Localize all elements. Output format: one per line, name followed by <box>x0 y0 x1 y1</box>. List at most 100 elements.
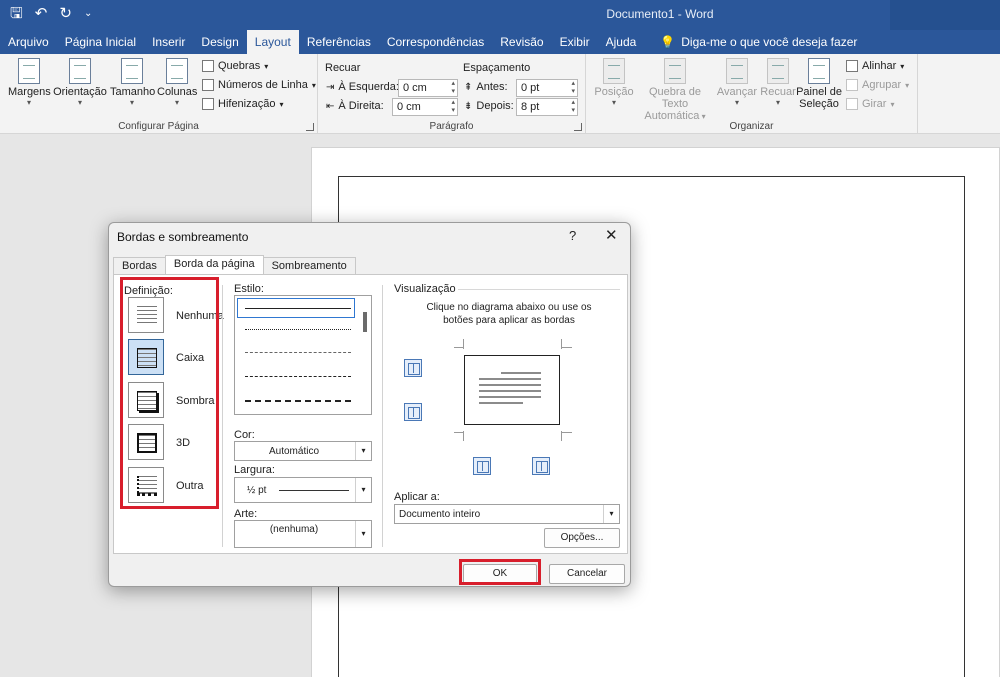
ribbon: Margens ▾ Orientação ▾ Tamanho ▾ Colunas ▾ Q… <box>0 54 1000 134</box>
style-list[interactable] <box>234 295 372 415</box>
paragraph-launcher[interactable] <box>574 123 582 131</box>
title-bar: 🖫 ↶ ↻ ⌄ Documento1 - Word <box>0 0 1000 30</box>
ribbon-tabs: Arquivo Página Inicial Inserir Design La… <box>0 30 1000 54</box>
aplicar-dropdown[interactable]: Documento inteiro ▾ <box>394 504 620 524</box>
tab-referencias[interactable]: Referências <box>299 30 379 54</box>
tamanho-button[interactable]: Tamanho ▾ <box>110 58 155 107</box>
hifenizacao-button[interactable]: Hifenização ▾ <box>202 98 284 110</box>
tab-exibir[interactable]: Exibir <box>552 30 598 54</box>
title-bar-right-area <box>890 0 1000 30</box>
window-title: Documento1 - Word <box>606 7 714 21</box>
indent-right-input[interactable]: 0 cm ▴ ▾ <box>392 98 458 116</box>
width-preview-line <box>279 490 349 491</box>
style-dash-dot[interactable] <box>245 400 351 402</box>
indent-left-row: ⇥ À Esquerda: <box>326 81 399 93</box>
style-small-dash[interactable] <box>245 352 351 353</box>
largura-dropdown[interactable]: ½ pt ▾ <box>234 477 372 503</box>
chevron-down-icon: ▾ <box>355 478 371 502</box>
cancelar-button[interactable]: Cancelar <box>549 564 625 584</box>
group-arrange: Posição ▾ Quebra de Texto Automática ▾ Av… <box>586 54 918 134</box>
quebras-button[interactable]: Quebras ▾ <box>202 60 268 72</box>
preview-diagram[interactable] <box>446 337 580 443</box>
tab-ajuda[interactable]: Ajuda <box>598 30 645 54</box>
help-icon[interactable]: ? <box>569 228 576 243</box>
spacing-after-icon: ⇟ <box>464 100 473 112</box>
opcoes-button[interactable]: Opções... <box>544 528 620 548</box>
recuar-arrange-button[interactable]: Recuar ▾ <box>760 58 796 107</box>
margens-button[interactable]: Margens ▾ <box>8 58 51 107</box>
tab-pagina-inicial[interactable]: Página Inicial <box>57 30 144 54</box>
spacing-before-input[interactable]: 0 pt ▴ ▾ <box>516 79 578 97</box>
spacing-before-icon: ⇞ <box>464 81 473 93</box>
top-border-button[interactable] <box>404 359 422 377</box>
panel-divider-right <box>382 285 383 547</box>
tab-inserir[interactable]: Inserir <box>144 30 193 54</box>
arte-label: Arte: <box>234 508 258 520</box>
espacamento-heading: Espaçamento <box>463 62 531 74</box>
preview-page <box>464 355 560 425</box>
spacing-after-input[interactable]: 8 pt ▴ ▾ <box>516 98 578 116</box>
numeros-linha-button[interactable]: Números de Linha ▾ <box>202 79 316 91</box>
posicao-button[interactable]: Posição ▾ <box>594 58 634 107</box>
group-page-setup: Margens ▾ Orientação ▾ Tamanho ▾ Colunas ▾ Q… <box>0 54 318 134</box>
visualizacao-label: Visualização <box>394 283 456 295</box>
tell-me-text: Diga-me o que você deseja fazer <box>681 35 858 49</box>
align-icon <box>846 60 858 72</box>
style-dash[interactable] <box>245 376 351 377</box>
girar-button[interactable]: Girar ▾ <box>846 98 894 110</box>
indent-left-icon: ⇥ <box>326 81 335 93</box>
definition-highlight-frame <box>120 277 219 509</box>
cor-dropdown[interactable]: Automático ▾ <box>234 441 372 461</box>
bottom-border-button[interactable] <box>404 403 422 421</box>
colunas-button[interactable]: Colunas ▾ <box>157 58 197 107</box>
indent-left-input[interactable]: 0 cm ▴ ▾ <box>398 79 458 97</box>
line-numbers-icon <box>202 79 214 91</box>
close-icon[interactable]: ✕ <box>605 226 618 244</box>
indent-right-row: ⇤ À Direita: <box>326 100 384 112</box>
chevron-down-icon: ▾ <box>355 442 371 460</box>
chevron-down-icon: ▾ <box>355 521 371 547</box>
style-list-scrollbar[interactable] <box>363 312 367 332</box>
bring-forward-icon <box>726 58 748 84</box>
group-icon <box>846 79 858 91</box>
tab-bordas[interactable]: Bordas <box>113 257 166 275</box>
lightbulb-icon: 💡 <box>660 35 676 49</box>
tab-borda-pagina[interactable]: Borda da página <box>164 255 264 275</box>
indent-right-icon: ⇤ <box>326 100 335 112</box>
paragraph-group-label: Parágrafo <box>429 121 474 132</box>
avancar-button[interactable]: Avançar ▾ <box>716 58 758 107</box>
orientation-icon <box>69 58 91 84</box>
columns-icon <box>166 58 188 84</box>
style-dotted[interactable] <box>245 329 351 330</box>
tab-correspondencias[interactable]: Correspondências <box>379 30 492 54</box>
ok-highlight-frame <box>459 559 541 585</box>
orientacao-button[interactable]: Orientação ▾ <box>53 58 107 107</box>
alinhar-button[interactable]: Alinhar ▾ <box>846 60 904 72</box>
left-border-button[interactable] <box>473 457 491 475</box>
tab-revisao[interactable]: Revisão <box>492 30 551 54</box>
estilo-label: Estilo: <box>234 283 264 295</box>
send-backward-icon <box>767 58 789 84</box>
visualizacao-rule <box>458 289 620 290</box>
tell-me-box[interactable]: 💡 Diga-me o que você deseja fazer <box>652 30 865 54</box>
borders-shading-dialog: Bordas e sombreamento ? ✕ Bordas Borda d… <box>108 222 631 587</box>
wrap-text-icon <box>664 58 686 84</box>
right-border-button[interactable] <box>532 457 550 475</box>
style-solid[interactable] <box>245 308 351 309</box>
tab-arquivo[interactable]: Arquivo <box>0 30 57 54</box>
arrange-group-label: Organizar <box>729 121 774 132</box>
agrupar-button[interactable]: Agrupar ▾ <box>846 79 909 91</box>
painel-selecao-button[interactable]: Painel de Seleção <box>796 58 842 110</box>
margins-icon <box>18 58 40 84</box>
tab-sombreamento[interactable]: Sombreamento <box>262 257 356 275</box>
dialog-title: Bordas e sombreamento <box>117 230 249 244</box>
tab-layout[interactable]: Layout <box>246 30 299 54</box>
tab-design[interactable]: Design <box>193 30 246 54</box>
group-paragraph: Recuar ⇥ À Esquerda: 0 cm ▴ ▾ ⇤ À Direita:… <box>318 54 586 134</box>
arte-dropdown[interactable]: (nenhuma) ▾ <box>234 520 372 548</box>
panel-divider-left <box>222 285 223 547</box>
spacing-after-row: ⇟ Depois: <box>464 100 514 112</box>
quebra-texto-button[interactable]: Quebra de Texto Automática ▾ <box>636 58 714 122</box>
chevron-down-icon: ▾ <box>603 505 619 523</box>
page-setup-launcher[interactable] <box>306 123 314 131</box>
